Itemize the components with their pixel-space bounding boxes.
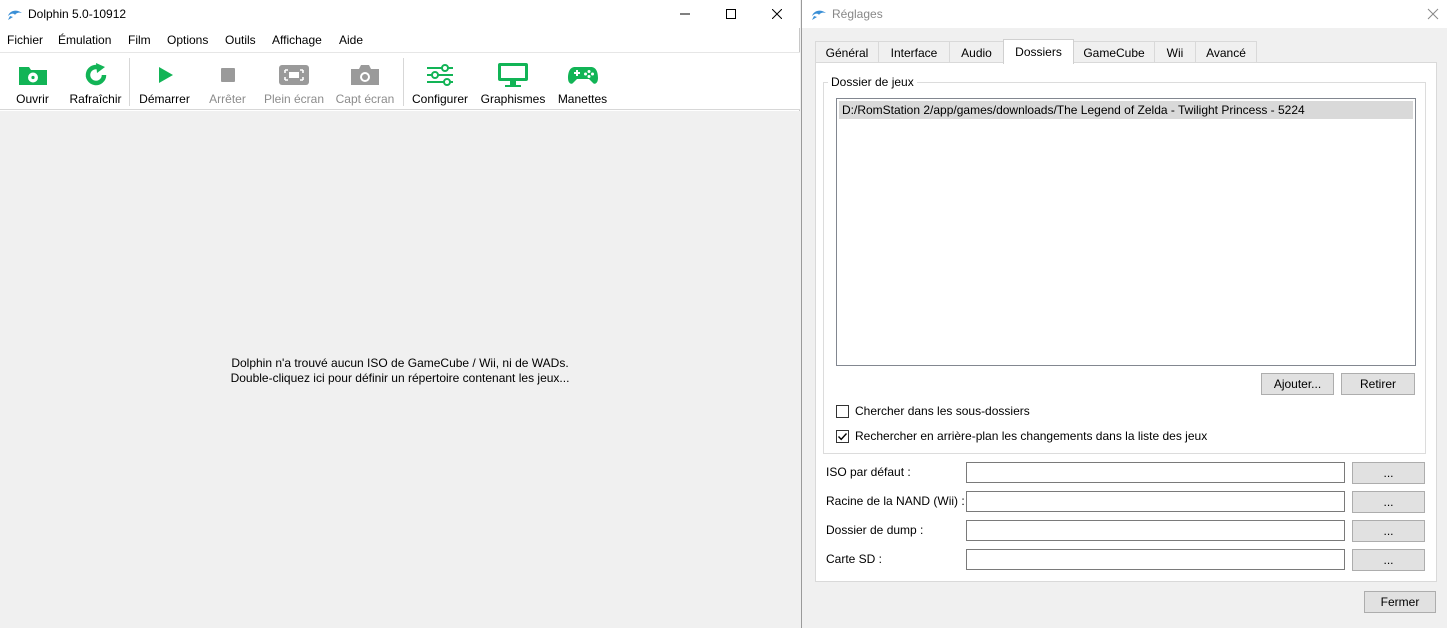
menu-fichier[interactable]: Fichier [7, 33, 43, 47]
screenshot-label: Capt écran [335, 92, 395, 106]
game-folder-list[interactable]: D:/RomStation 2/app/games/downloads/The … [836, 98, 1416, 366]
open-disc-icon [18, 67, 47, 85]
tab-dossiers[interactable]: Dossiers [1003, 39, 1074, 64]
default-iso-label: ISO par défaut : [826, 465, 911, 479]
list-item[interactable]: D:/RomStation 2/app/games/downloads/The … [839, 101, 1413, 119]
nand-root-label: Racine de la NAND (Wii) : [826, 494, 965, 508]
main-window-title: Dolphin 5.0-10912 [28, 7, 127, 21]
main-window: Dolphin 5.0-10912 Fichier Émulation Film… [0, 0, 800, 628]
empty-message-line1: Dolphin n'a trouvé aucun ISO de GameCube… [231, 356, 569, 370]
open-button[interactable]: Ouvrir [10, 53, 55, 111]
gamepad-icon [567, 67, 598, 84]
toolbar-separator [129, 58, 130, 106]
monitor-icon [498, 63, 528, 87]
settings-dialog: Réglages Général Interface Audio Dossier… [801, 0, 1447, 628]
dump-dir-label: Dossier de dump : [826, 523, 924, 537]
dump-dir-input[interactable] [966, 520, 1345, 541]
close-dialog-button[interactable]: Fermer [1364, 591, 1436, 613]
fullscreen-button[interactable]: Plein écran [263, 53, 325, 111]
dossiers-panel: Dossier de jeux D:/RomStation 2/app/game… [815, 62, 1437, 582]
graphics-button[interactable]: Graphismes [480, 53, 546, 111]
settings-titlebar[interactable]: Réglages [802, 0, 1447, 28]
dolphin-logo-icon [812, 10, 826, 20]
settings-title: Réglages [832, 7, 883, 21]
menu-affichage[interactable]: Affichage [272, 33, 322, 47]
play-button[interactable]: Démarrer [137, 53, 192, 111]
remove-folder-button[interactable]: Retirer [1341, 373, 1415, 395]
search-subdirs-checkbox[interactable] [836, 404, 849, 418]
config-button[interactable]: Configurer [410, 53, 470, 111]
checkmark-icon [837, 432, 848, 440]
sd-card-label: Carte SD : [826, 552, 883, 566]
default-iso-browse-button[interactable]: ... [1352, 462, 1425, 484]
sd-card-browse-button[interactable]: ... [1352, 549, 1425, 571]
stop-icon [220, 68, 235, 82]
default-iso-input[interactable] [966, 462, 1345, 483]
menu-options[interactable]: Options [167, 33, 208, 47]
main-titlebar[interactable]: Dolphin 5.0-10912 [0, 0, 800, 28]
controllers-label: Manettes [557, 92, 608, 106]
refresh-label: Rafraîchir [69, 92, 122, 106]
stop-label: Arrêter [209, 92, 246, 106]
dolphin-logo-icon [8, 10, 22, 20]
play-icon [158, 67, 173, 83]
tab-general[interactable]: Général [815, 41, 879, 63]
sd-card-row: Carte SD : ... [826, 548, 1426, 571]
camera-icon [351, 65, 379, 85]
close-icon [772, 9, 782, 19]
watch-changes-label: Rechercher en arrière-plan les changemen… [855, 429, 1208, 443]
maximize-icon [726, 9, 736, 19]
menu-bar: Fichier Émulation Film Options Outils Af… [0, 30, 800, 50]
sd-card-input[interactable] [966, 549, 1345, 570]
minimize-button[interactable] [662, 0, 708, 28]
stop-button[interactable]: Arrêter [205, 53, 250, 111]
settings-close-button[interactable] [1424, 5, 1442, 23]
maximize-button[interactable] [708, 0, 754, 28]
empty-message-line2: Double-cliquez ici pour définir un réper… [230, 371, 570, 385]
menu-film[interactable]: Film [128, 33, 151, 47]
close-button[interactable] [754, 0, 800, 28]
minimize-icon [680, 13, 690, 15]
refresh-button[interactable]: Rafraîchir [68, 53, 123, 111]
game-list-area[interactable]: Dolphin n'a trouvé aucun ISO de GameCube… [0, 111, 800, 628]
search-subdirs-label: Chercher dans les sous-dossiers [855, 404, 1030, 418]
nand-root-browse-button[interactable]: ... [1352, 491, 1425, 513]
graphics-label: Graphismes [480, 92, 546, 106]
play-label: Démarrer [139, 92, 190, 106]
nand-root-input[interactable] [966, 491, 1345, 512]
menu-aide[interactable]: Aide [339, 33, 363, 47]
toolbar-separator [403, 58, 404, 106]
config-label: Configurer [411, 92, 469, 106]
fullscreen-icon [279, 65, 309, 85]
add-folder-button[interactable]: Ajouter... [1261, 373, 1334, 395]
dump-dir-browse-button[interactable]: ... [1352, 520, 1425, 542]
tab-interface[interactable]: Interface [878, 41, 950, 63]
watch-changes-checkbox[interactable] [836, 429, 849, 443]
tab-avance[interactable]: Avancé [1195, 41, 1257, 63]
fullscreen-label: Plein écran [263, 92, 325, 106]
menu-emulation[interactable]: Émulation [58, 33, 111, 47]
nand-root-row: Racine de la NAND (Wii) : ... [826, 490, 1426, 513]
controllers-button[interactable]: Manettes [555, 53, 610, 111]
tab-audio[interactable]: Audio [949, 41, 1004, 63]
refresh-icon [85, 63, 106, 86]
tab-gamecube[interactable]: GameCube [1073, 41, 1155, 63]
tab-wii[interactable]: Wii [1154, 41, 1196, 63]
watch-changes-row[interactable]: Rechercher en arrière-plan les changemen… [836, 428, 1207, 444]
search-subdirs-row[interactable]: Chercher dans les sous-dossiers [836, 403, 1030, 419]
open-label: Ouvrir [16, 92, 49, 106]
dump-dir-row: Dossier de dump : ... [826, 519, 1426, 542]
sliders-icon [427, 64, 453, 86]
main-toolbar: Ouvrir Rafraîchir Démarrer Arrêter Plein… [0, 52, 800, 110]
menu-outils[interactable]: Outils [225, 33, 256, 47]
close-icon [1427, 8, 1439, 20]
screenshot-button[interactable]: Capt écran [334, 53, 396, 111]
group-title: Dossier de jeux [828, 75, 917, 89]
default-iso-row: ISO par défaut : ... [826, 461, 1426, 484]
